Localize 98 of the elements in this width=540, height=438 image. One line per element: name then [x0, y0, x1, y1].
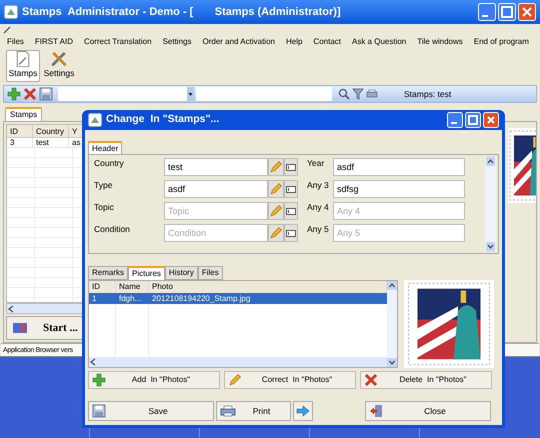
field-label: Condition — [94, 224, 131, 236]
input-field[interactable]: asdf — [333, 158, 465, 176]
maximize-icon[interactable] — [498, 3, 516, 21]
scroll-left-icon[interactable] — [7, 304, 15, 312]
photo-action-button[interactable]: Correct In "Photos" — [224, 371, 356, 389]
pen-icon — [3, 25, 12, 34]
window-title: Stamps Administrator - Demo - [ Stamps (Administrator)] — [22, 4, 341, 20]
field-button[interactable] — [284, 224, 298, 242]
pencil-icon — [269, 160, 283, 174]
horizontal-scrollbar[interactable] — [89, 357, 387, 367]
input-field[interactable]: Any 5 — [333, 224, 465, 242]
save-button[interactable]: Save — [88, 401, 214, 421]
field-label: Any 4 — [307, 202, 330, 214]
field-button[interactable] — [284, 180, 298, 198]
pencil-icon — [269, 204, 283, 218]
close-icon[interactable] — [518, 3, 536, 21]
rectangle-icon — [286, 186, 296, 192]
menu-item[interactable]: Contact — [313, 36, 341, 48]
filter-icon[interactable] — [352, 88, 364, 100]
menu-item[interactable]: Order and Activation — [202, 36, 275, 48]
field-label: Year — [307, 158, 326, 170]
printer-icon[interactable] — [366, 88, 378, 100]
input-field[interactable]: asdf — [164, 180, 268, 198]
tab[interactable]: History — [164, 266, 198, 280]
input-field[interactable]: Any 4 — [333, 202, 465, 220]
menu-item[interactable]: Help — [286, 36, 302, 48]
tab[interactable]: Pictures — [128, 266, 165, 280]
scroll-down-icon[interactable] — [387, 358, 397, 367]
maximize-icon[interactable] — [465, 112, 481, 128]
status-label: Stamps: test — [404, 88, 452, 100]
field-label: Country — [94, 158, 125, 170]
menu-item[interactable]: Ask a Question — [352, 36, 406, 48]
edit-button[interactable] — [268, 202, 284, 220]
input-field[interactable]: Topic — [164, 202, 268, 220]
column-header[interactable]: ID — [7, 125, 33, 137]
tab[interactable]: Stamps — [5, 107, 42, 121]
field-label: Topic — [94, 202, 115, 214]
field-label: Any 3 — [307, 180, 330, 192]
menu-item[interactable]: End of program — [474, 36, 529, 48]
exit-door-icon — [369, 404, 383, 418]
menu-item[interactable]: Tile windows — [417, 36, 463, 48]
scroll-up-icon[interactable] — [387, 281, 397, 290]
printer-icon — [220, 405, 236, 417]
edit-button[interactable] — [268, 158, 284, 176]
field-button[interactable] — [284, 158, 298, 176]
field-label: Any 5 — [307, 224, 330, 236]
right-arrow-icon — [296, 405, 310, 417]
input-field[interactable]: Condition — [164, 224, 268, 242]
document-icon — [16, 51, 30, 68]
pencil-icon — [228, 373, 242, 387]
edit-button[interactable] — [268, 224, 284, 242]
toolbar-button[interactable]: Stamps — [6, 50, 40, 82]
tab[interactable]: Files — [198, 266, 223, 280]
scroll-left-icon[interactable] — [89, 358, 97, 366]
input-field[interactable]: test — [164, 158, 268, 176]
menu-item[interactable]: FIRST AID — [34, 36, 73, 48]
table-cell: 3 — [7, 138, 33, 147]
vertical-scrollbar[interactable] — [485, 157, 496, 251]
pencil-icon — [269, 226, 283, 240]
scroll-up-icon[interactable] — [486, 157, 495, 166]
rectangle-icon — [286, 230, 296, 236]
rectangle-icon — [286, 164, 296, 170]
input-field[interactable]: sdfsg — [333, 180, 465, 198]
print-button[interactable]: Print — [216, 401, 291, 421]
table-cell: test — [33, 138, 69, 147]
tools-icon — [50, 51, 68, 68]
app-icon — [88, 113, 102, 127]
menu-item[interactable]: Files — [7, 36, 24, 48]
minimize-icon[interactable] — [478, 3, 496, 21]
field-label: Type — [94, 180, 114, 192]
menu-item[interactable]: Correct Translation — [84, 36, 152, 48]
photo-action-button[interactable]: Add In "Photos" — [88, 371, 220, 389]
table-row[interactable]: 1 fdgh... 2012108194220_Stamp.jpg — [89, 293, 387, 304]
rectangle-icon — [286, 208, 296, 214]
minimize-icon[interactable] — [447, 112, 463, 128]
people-icon — [13, 322, 27, 334]
pencil-icon — [269, 182, 283, 196]
plus-icon — [92, 373, 106, 387]
search-icon[interactable] — [338, 88, 350, 100]
search-field[interactable] — [196, 87, 332, 101]
window-title: Change In "Stamps"... — [106, 112, 220, 128]
vertical-scrollbar[interactable] — [387, 281, 397, 367]
scroll-down-icon[interactable] — [486, 242, 495, 251]
field-button[interactable] — [284, 202, 298, 220]
plus-icon — [7, 87, 21, 101]
close-icon — [23, 87, 37, 101]
next-button[interactable] — [293, 401, 313, 421]
close-button[interactable]: Close — [365, 401, 491, 421]
app-icon — [4, 5, 18, 19]
photo-action-button[interactable]: Delete In "Photos" — [360, 371, 492, 389]
tab[interactable]: Header — [88, 141, 122, 154]
toolbar-button[interactable]: Settings — [42, 50, 76, 82]
edit-button[interactable] — [268, 180, 284, 198]
menu-item[interactable]: Settings — [162, 36, 192, 48]
close-icon — [364, 373, 378, 387]
column-header[interactable]: Country — [33, 125, 69, 137]
tab[interactable]: Remarks — [88, 266, 128, 280]
close-icon[interactable] — [483, 112, 499, 128]
